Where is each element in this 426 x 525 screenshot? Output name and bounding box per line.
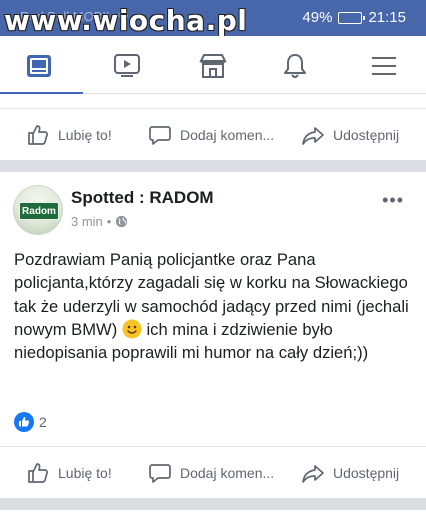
reactions-count: 2 bbox=[39, 414, 47, 430]
post-actions: Lubię to! Dodaj komen... Udostępnij bbox=[0, 108, 426, 160]
reactions-summary[interactable]: 2 bbox=[14, 412, 47, 432]
like-label: Lubię to! bbox=[58, 127, 112, 143]
post-meta: 3 min • bbox=[71, 214, 128, 229]
separator-dot: • bbox=[106, 214, 112, 229]
post-actions: Lubię to! Dodaj komen... Udostępnij bbox=[0, 446, 426, 498]
video-icon[interactable] bbox=[107, 46, 147, 86]
like-button[interactable]: Lubię to! bbox=[26, 123, 112, 147]
status-indicators: 49% 21:15 bbox=[302, 9, 406, 26]
clock: 21:15 bbox=[368, 9, 406, 26]
menu-icon[interactable] bbox=[364, 46, 404, 86]
share-button[interactable]: Udostępnij bbox=[301, 123, 399, 147]
globe-icon bbox=[116, 215, 128, 228]
like-reaction-icon bbox=[14, 412, 34, 432]
share-label: Udostępnij bbox=[333, 465, 400, 481]
previous-post: Lubię to! Dodaj komen... Udostępnij bbox=[0, 94, 426, 160]
share-label: Udostępnij bbox=[333, 127, 400, 143]
share-button[interactable]: Udostępnij bbox=[301, 461, 399, 485]
battery-percent: 49% bbox=[302, 9, 333, 26]
news-feed-icon[interactable] bbox=[0, 46, 83, 95]
post-time[interactable]: 3 min bbox=[71, 214, 103, 229]
post-text: Pozdrawiam Panią policjantke oraz Pana p… bbox=[14, 248, 414, 364]
smile-emoji-icon bbox=[122, 319, 142, 339]
more-options-icon[interactable]: ••• bbox=[382, 190, 404, 211]
comment-button[interactable]: Dodaj komen... bbox=[148, 123, 274, 147]
share-icon bbox=[302, 465, 324, 483]
post-author[interactable]: Spotted : RADOM bbox=[71, 188, 214, 208]
feed-divider bbox=[0, 498, 426, 510]
comment-icon bbox=[149, 126, 171, 145]
battery-icon bbox=[338, 11, 366, 24]
comment-button[interactable]: Dodaj komen... bbox=[148, 461, 274, 485]
feed-divider bbox=[0, 160, 426, 172]
like-button[interactable]: Lubię to! bbox=[26, 461, 112, 485]
like-label: Lubię to! bbox=[58, 465, 112, 481]
comment-label: Dodaj komen... bbox=[180, 127, 275, 143]
watermark: www.wiocha.pl bbox=[4, 4, 248, 37]
thumbs-up-icon bbox=[28, 125, 48, 145]
status-bar: Red Bull MOBIL ⁴ᴳ www.wiocha.pl 49% 21:1… bbox=[0, 0, 426, 37]
next-post bbox=[0, 510, 426, 525]
thumbs-up-icon bbox=[28, 463, 48, 483]
marketplace-icon[interactable] bbox=[193, 46, 233, 86]
avatar-sign: Radom bbox=[19, 202, 59, 220]
share-icon bbox=[302, 127, 324, 145]
comment-icon bbox=[149, 464, 171, 483]
avatar[interactable]: Radom bbox=[13, 185, 63, 235]
truncated-text-fragment bbox=[60, 85, 200, 91]
notifications-icon[interactable] bbox=[275, 46, 315, 86]
comment-label: Dodaj komen... bbox=[180, 465, 275, 481]
